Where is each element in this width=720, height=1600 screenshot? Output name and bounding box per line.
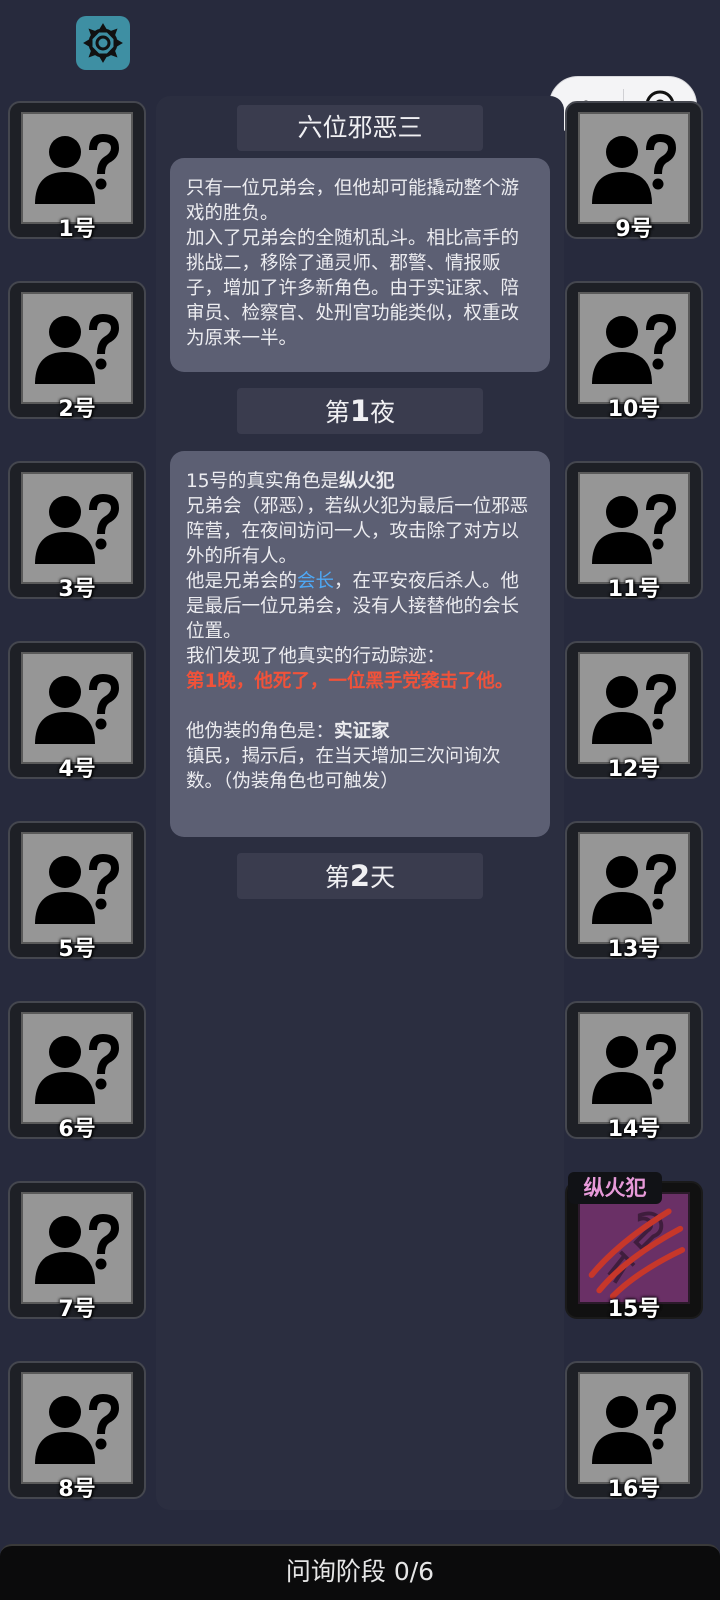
player-card-left-1[interactable]: 1号 [8, 101, 146, 242]
unknown-player-icon [592, 1394, 676, 1464]
unknown-player-icon [35, 1214, 119, 1284]
player-number-label: 4号 [58, 757, 96, 782]
unknown-player-icon [35, 134, 119, 204]
player-portrait [578, 1192, 690, 1304]
day-suffix: 天 [370, 863, 396, 892]
player-card-left-7[interactable]: 7号 [8, 1181, 146, 1322]
player-number-label: 12号 [607, 757, 661, 782]
unknown-player-icon [592, 494, 676, 564]
intro-line-2: 加入了兄弟会的全随机乱斗。相比高手的挑战二，移除了通灵师、郡警、情报贩子，增加了… [186, 228, 520, 349]
leader-keyword-link[interactable]: 会长 [297, 571, 334, 592]
revealed-role-name: 纵火犯 [339, 471, 395, 492]
trace-event: 第1晚，他死了，一位黑手党袭击了他。 [186, 671, 514, 692]
player-card-right-4[interactable]: 12号 [565, 641, 703, 782]
day-2-header: 第2天 [237, 853, 483, 899]
player-portrait [21, 1012, 133, 1124]
night-number: 1 [349, 394, 371, 428]
player-number-label: 16号 [607, 1477, 661, 1502]
player-portrait [578, 1012, 690, 1124]
reveal-title: 15号的真实角色是纵火犯 [186, 469, 534, 494]
player-portrait [578, 1372, 690, 1484]
night-1-header: 第1夜 [237, 388, 483, 434]
trace-intro: 我们发现了他真实的行动踪迹： [186, 646, 446, 667]
role-reveal-bubble: 15号的真实角色是纵火犯 兄弟会（邪恶），若纵火犯为最后一位邪恶阵营，在夜间访问… [170, 451, 550, 837]
unknown-player-icon [592, 314, 676, 384]
player-card-right-1[interactable]: 9号 [565, 101, 703, 242]
player-card-right-5[interactable]: 13号 [565, 821, 703, 962]
unknown-player-icon [35, 494, 119, 564]
scenario-title: 六位邪恶三 [237, 105, 483, 151]
unknown-player-icon [592, 134, 676, 204]
player-card-right-6[interactable]: 14号 [565, 1001, 703, 1142]
player-number-label: 6号 [58, 1117, 96, 1142]
player-number-label: 13号 [607, 937, 661, 962]
disguise-description: 镇民，揭示后，在当天增加三次问询次数。（伪装角色也可触发） [186, 746, 501, 792]
leader-info: 他是兄弟会的会长，在平安夜后杀人。他是最后一位兄弟会，没有人接替他的会长位置。 [186, 569, 534, 644]
gear-icon [83, 23, 123, 63]
player-portrait [578, 652, 690, 764]
day-prefix: 第 [324, 863, 350, 892]
player-card-right-3[interactable]: 11号 [565, 461, 703, 602]
phase-status-bar: 问询阶段 0/6 [0, 1544, 720, 1600]
unknown-player-icon [35, 1394, 119, 1464]
unknown-player-icon [35, 854, 119, 924]
player-number-label: 2号 [58, 397, 96, 422]
scenario-intro-bubble: 只有一位兄弟会，但他却可能撬动整个游戏的胜负。 加入了兄弟会的全随机乱斗。相比高… [170, 158, 550, 372]
player-number-label: 9号 [615, 217, 653, 242]
role-description: 兄弟会（邪恶），若纵火犯为最后一位邪恶阵营，在夜间访问一人，攻击除了对方以外的所… [186, 496, 529, 567]
player-card-right-8[interactable]: 16号 [565, 1361, 703, 1502]
player-card-left-6[interactable]: 6号 [8, 1001, 146, 1142]
player-number-label: 5号 [58, 937, 96, 962]
player-card-left-3[interactable]: 3号 [8, 461, 146, 602]
player-card-left-5[interactable]: 5号 [8, 821, 146, 962]
disguise-prefix: 他伪装的角色是： [186, 721, 335, 742]
player-portrait [21, 1372, 133, 1484]
player-portrait [21, 292, 133, 404]
player-card-left-2[interactable]: 2号 [8, 281, 146, 422]
unknown-player-icon [35, 314, 119, 384]
intro-line-1: 只有一位兄弟会，但他却可能撬动整个游戏的胜负。 [186, 178, 520, 224]
player-portrait [578, 292, 690, 404]
player-portrait [578, 472, 690, 584]
player-number-label: 10号 [607, 397, 661, 422]
unknown-player-icon [592, 674, 676, 744]
player-number-label: 3号 [58, 577, 96, 602]
arsonist-claw-icon [588, 1208, 686, 1300]
night-suffix: 夜 [370, 398, 396, 427]
player-number-label: 7号 [58, 1297, 96, 1322]
settings-button[interactable] [76, 16, 130, 70]
unknown-player-icon [592, 1034, 676, 1104]
player-number-label: 15号 [607, 1297, 661, 1322]
unknown-player-icon [35, 1034, 119, 1104]
player-card-right-2[interactable]: 10号 [565, 281, 703, 422]
unknown-player-icon [35, 674, 119, 744]
disguise-info: 他伪装的角色是：实证家 [186, 719, 534, 744]
night-prefix: 第 [324, 398, 350, 427]
unknown-player-icon [592, 854, 676, 924]
leader-prefix: 他是兄弟会的 [186, 571, 298, 592]
day-number: 2 [349, 859, 371, 893]
revealed-role-tag: 纵火犯 [568, 1172, 662, 1204]
player-portrait [21, 652, 133, 764]
player-number-label: 1号 [58, 217, 96, 242]
player-number-label: 8号 [58, 1477, 96, 1502]
player-portrait [21, 1192, 133, 1304]
player-card-left-4[interactable]: 4号 [8, 641, 146, 782]
player-number-label: 11号 [607, 577, 661, 602]
player-portrait [578, 832, 690, 944]
player-portrait [578, 112, 690, 224]
player-portrait [21, 832, 133, 944]
disguise-role: 实证家 [334, 721, 390, 742]
player-number-label: 14号 [607, 1117, 661, 1142]
player-card-left-8[interactable]: 8号 [8, 1361, 146, 1502]
reveal-title-prefix: 15号的真实角色是 [186, 471, 340, 492]
player-portrait [21, 112, 133, 224]
player-portrait [21, 472, 133, 584]
